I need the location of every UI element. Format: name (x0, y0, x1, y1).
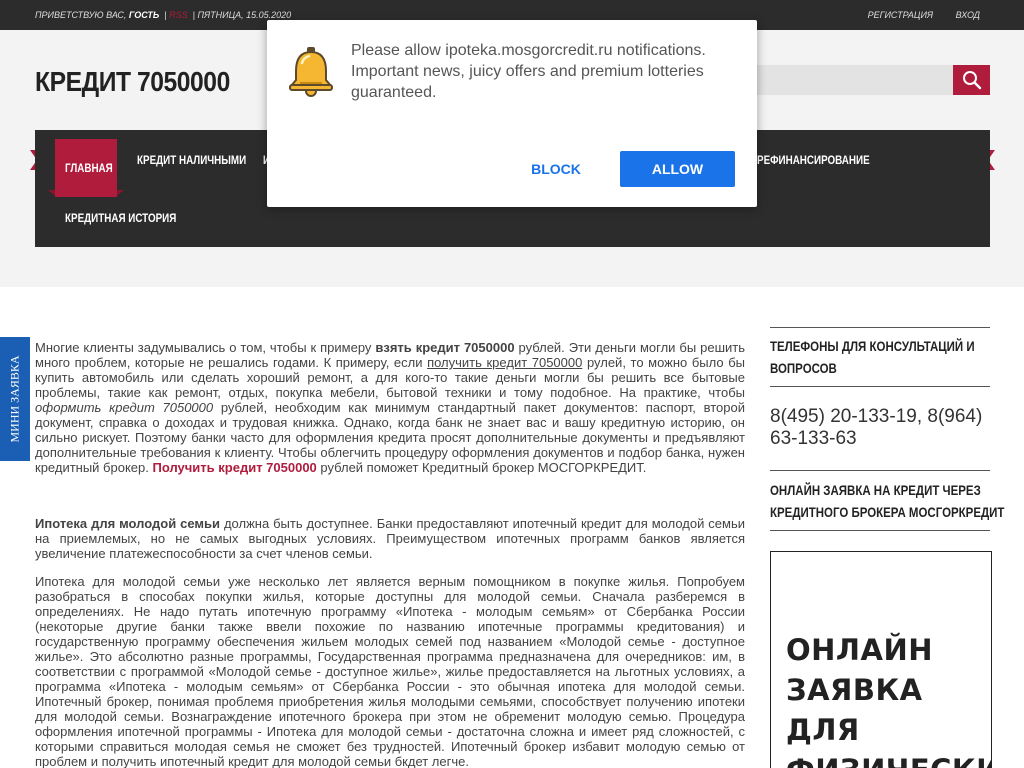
heading-line: Телефоны для консультаций и (770, 338, 975, 354)
nav-item-cash-credit[interactable]: Кредит наличными (137, 153, 246, 167)
get-credit-link[interactable]: Получить кредит 7050000 (152, 460, 316, 475)
sidebar-divider (770, 386, 990, 387)
phone-numbers[interactable]: 8(495) 20-133-19, 8(964) 63-133-63 (770, 406, 990, 450)
phone-line: 63-133-63 (770, 428, 857, 449)
rss-link[interactable]: RSS (169, 10, 188, 20)
bold-phrase: Ипотека для молодой семьи (35, 516, 221, 531)
text-span: рублей поможет Кредитный брокер МОСГОРКР… (316, 460, 647, 475)
sidebar-divider (770, 530, 990, 531)
search-icon (962, 71, 981, 90)
notification-permission-popup: Please allow ipoteka.mosgorcredit.ru not… (267, 20, 757, 207)
block-button[interactable]: BLOCK (515, 151, 597, 187)
heading-line: Онлайн заявка на кредит через (770, 482, 981, 498)
banner-line: физических (786, 750, 991, 768)
search-button[interactable] (953, 65, 990, 95)
article-paragraph-2: Ипотека для молодой семьи должна быть до… (35, 516, 745, 561)
online-application-banner[interactable]: онлайн заявка для физических (770, 551, 992, 768)
site-logo[interactable]: КРЕДИТ 7050000 (35, 66, 230, 98)
sidebar-divider (770, 327, 990, 328)
nav-item-credit-history[interactable]: Кредитная история (65, 211, 176, 225)
login-link[interactable]: Вход (956, 10, 980, 20)
article-paragraph-1: Многие клиенты задумывались о том, чтобы… (35, 340, 745, 475)
nav-item-refinancing[interactable]: Рефинансирование (757, 153, 870, 167)
italic-phrase: оформить кредит 7050000 (35, 400, 214, 415)
nav-item-home-label[interactable]: Главная (65, 161, 113, 175)
heading-line: вопросов (770, 360, 837, 376)
mini-application-label: Мини заявка (7, 355, 22, 443)
banner-line: онлайн (786, 633, 933, 667)
top-bar-left: Приветствую Вас, Гость | RSS | Пятница, … (35, 10, 292, 20)
bell-icon (288, 47, 334, 97)
mini-application-tab[interactable]: Мини заявка (0, 337, 30, 461)
popup-message: Please allow ipoteka.mosgorcredit.ru not… (351, 42, 706, 101)
user-name: Гость (128, 10, 160, 20)
bold-phrase: взять кредит 7050000 (375, 340, 515, 355)
sidebar-heading-online: Онлайн заявка на кредит через кредитного… (770, 479, 1005, 523)
allow-button[interactable]: ALLOW (620, 151, 735, 187)
current-date: Пятница, 15.05.2020 (197, 10, 292, 20)
banner-line: заявка (786, 673, 923, 707)
article-paragraph-3: Ипотека для молодой семьи уже несколько … (35, 574, 745, 768)
article-body: Многие клиенты задумывались о том, чтобы… (35, 340, 745, 768)
credit-link[interactable]: получить кредит 7050000 (427, 355, 582, 370)
greeting-text: Приветствую Вас, (35, 10, 127, 20)
sidebar-divider (770, 470, 990, 471)
register-link[interactable]: Регистрация (868, 10, 933, 20)
banner-text: онлайн заявка для физических (786, 630, 991, 768)
sidebar-heading-phones: Телефоны для консультаций и вопросов (770, 335, 975, 379)
heading-line: кредитного брокера Мосгоркредит (770, 504, 1005, 520)
text-span: Многие клиенты задумывались о том, чтобы… (35, 340, 376, 355)
top-bar-right: Регистрация Вход (848, 10, 980, 20)
phone-line: 8(495) 20-133-19, 8(964) (770, 406, 983, 427)
banner-line: для (786, 713, 860, 747)
